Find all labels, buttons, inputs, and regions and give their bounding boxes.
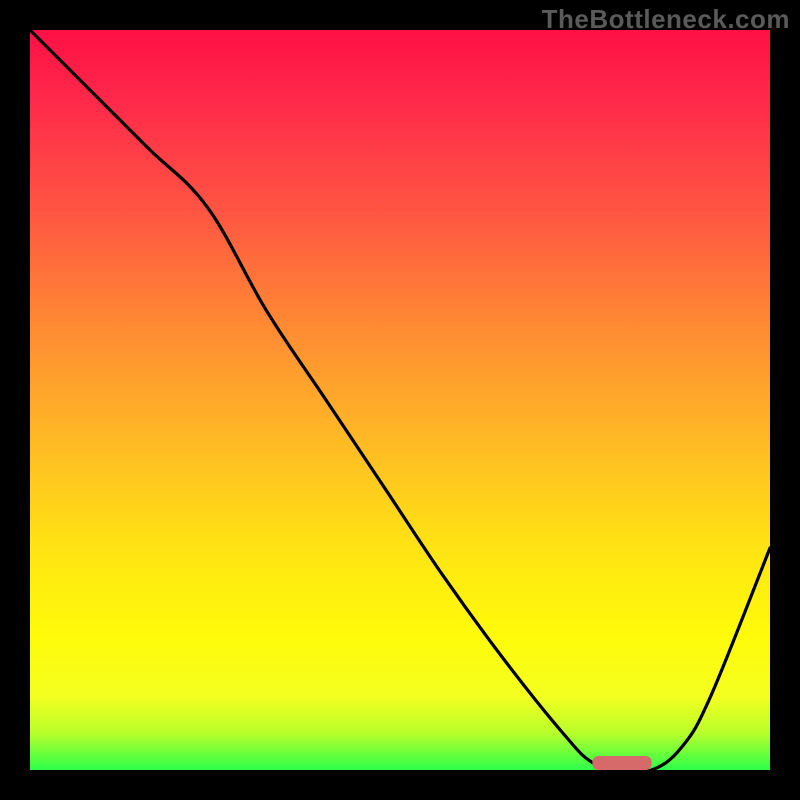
- chart-line: [30, 30, 770, 770]
- chart-svg: [30, 30, 770, 770]
- optimum-marker: [592, 756, 651, 770]
- chart-plot-area: [30, 30, 770, 770]
